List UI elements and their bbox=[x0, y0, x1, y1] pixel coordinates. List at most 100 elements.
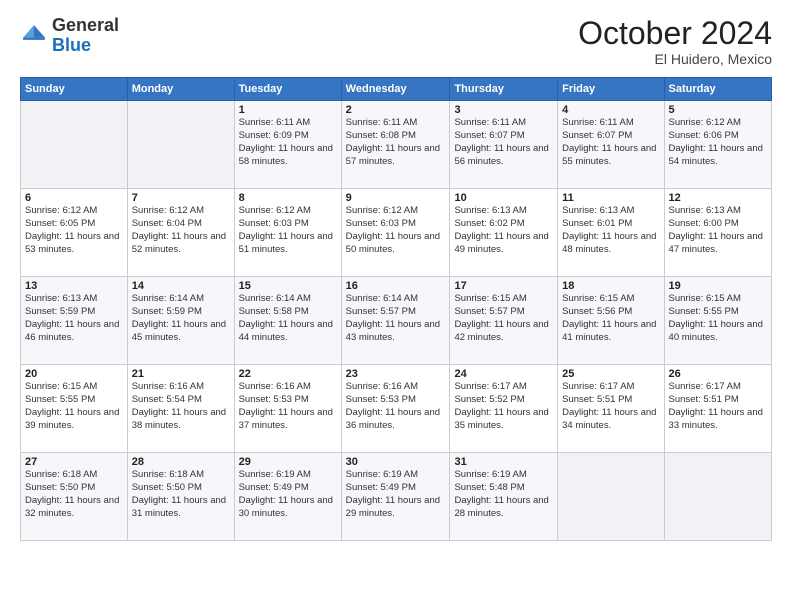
day-number: 23 bbox=[346, 368, 446, 380]
day-info: Sunrise: 6:14 AMSunset: 5:57 PMDaylight:… bbox=[346, 293, 446, 344]
col-header-wednesday: Wednesday bbox=[341, 78, 450, 101]
day-cell: 9Sunrise: 6:12 AMSunset: 6:03 PMDaylight… bbox=[341, 189, 450, 277]
day-info: Sunrise: 6:18 AMSunset: 5:50 PMDaylight:… bbox=[132, 469, 230, 520]
day-cell: 2Sunrise: 6:11 AMSunset: 6:08 PMDaylight… bbox=[341, 101, 450, 189]
day-number: 7 bbox=[132, 192, 230, 204]
day-info: Sunrise: 6:12 AMSunset: 6:05 PMDaylight:… bbox=[25, 205, 123, 256]
day-cell bbox=[21, 101, 128, 189]
header: General Blue October 2024 El Huidero, Me… bbox=[20, 16, 772, 67]
day-number: 4 bbox=[562, 104, 659, 116]
week-row-4: 20Sunrise: 6:15 AMSunset: 5:55 PMDayligh… bbox=[21, 365, 772, 453]
day-cell: 28Sunrise: 6:18 AMSunset: 5:50 PMDayligh… bbox=[127, 453, 234, 541]
day-cell: 29Sunrise: 6:19 AMSunset: 5:49 PMDayligh… bbox=[234, 453, 341, 541]
day-cell bbox=[664, 453, 771, 541]
day-info: Sunrise: 6:12 AMSunset: 6:03 PMDaylight:… bbox=[239, 205, 337, 256]
day-number: 29 bbox=[239, 456, 337, 468]
col-header-monday: Monday bbox=[127, 78, 234, 101]
day-number: 15 bbox=[239, 280, 337, 292]
title-block: October 2024 El Huidero, Mexico bbox=[578, 16, 772, 67]
day-info: Sunrise: 6:15 AMSunset: 5:55 PMDaylight:… bbox=[669, 293, 767, 344]
day-cell: 8Sunrise: 6:12 AMSunset: 6:03 PMDaylight… bbox=[234, 189, 341, 277]
day-number: 2 bbox=[346, 104, 446, 116]
day-cell: 26Sunrise: 6:17 AMSunset: 5:51 PMDayligh… bbox=[664, 365, 771, 453]
day-cell: 30Sunrise: 6:19 AMSunset: 5:49 PMDayligh… bbox=[341, 453, 450, 541]
day-info: Sunrise: 6:13 AMSunset: 6:02 PMDaylight:… bbox=[454, 205, 553, 256]
day-number: 27 bbox=[25, 456, 123, 468]
day-cell: 21Sunrise: 6:16 AMSunset: 5:54 PMDayligh… bbox=[127, 365, 234, 453]
day-number: 1 bbox=[239, 104, 337, 116]
day-info: Sunrise: 6:12 AMSunset: 6:03 PMDaylight:… bbox=[346, 205, 446, 256]
day-info: Sunrise: 6:13 AMSunset: 6:01 PMDaylight:… bbox=[562, 205, 659, 256]
day-cell: 25Sunrise: 6:17 AMSunset: 5:51 PMDayligh… bbox=[558, 365, 664, 453]
day-cell: 17Sunrise: 6:15 AMSunset: 5:57 PMDayligh… bbox=[450, 277, 558, 365]
day-info: Sunrise: 6:15 AMSunset: 5:55 PMDaylight:… bbox=[25, 381, 123, 432]
day-number: 21 bbox=[132, 368, 230, 380]
day-info: Sunrise: 6:13 AMSunset: 6:00 PMDaylight:… bbox=[669, 205, 767, 256]
week-row-3: 13Sunrise: 6:13 AMSunset: 5:59 PMDayligh… bbox=[21, 277, 772, 365]
day-cell: 3Sunrise: 6:11 AMSunset: 6:07 PMDaylight… bbox=[450, 101, 558, 189]
day-number: 28 bbox=[132, 456, 230, 468]
day-cell: 23Sunrise: 6:16 AMSunset: 5:53 PMDayligh… bbox=[341, 365, 450, 453]
day-cell: 22Sunrise: 6:16 AMSunset: 5:53 PMDayligh… bbox=[234, 365, 341, 453]
day-info: Sunrise: 6:13 AMSunset: 5:59 PMDaylight:… bbox=[25, 293, 123, 344]
day-number: 31 bbox=[454, 456, 553, 468]
week-row-5: 27 Sunrise: 6:18 AMSunset: 5:50 PMDayligh… bbox=[21, 453, 772, 541]
day-info: Sunrise: 6:15 AMSunset: 5:57 PMDaylight:… bbox=[454, 293, 553, 344]
location-subtitle: El Huidero, Mexico bbox=[578, 51, 772, 67]
day-number: 12 bbox=[669, 192, 767, 204]
day-cell: 20Sunrise: 6:15 AMSunset: 5:55 PMDayligh… bbox=[21, 365, 128, 453]
day-number: 11 bbox=[562, 192, 659, 204]
day-number: 9 bbox=[346, 192, 446, 204]
day-number: 25 bbox=[562, 368, 659, 380]
day-cell: 31Sunrise: 6:19 AMSunset: 5:48 PMDayligh… bbox=[450, 453, 558, 541]
day-number: 22 bbox=[239, 368, 337, 380]
day-info: Sunrise: 6:19 AMSunset: 5:49 PMDaylight:… bbox=[239, 469, 337, 520]
day-cell: 1Sunrise: 6:11 AMSunset: 6:09 PMDaylight… bbox=[234, 101, 341, 189]
day-cell: 15Sunrise: 6:14 AMSunset: 5:58 PMDayligh… bbox=[234, 277, 341, 365]
logo-general: General bbox=[52, 15, 119, 35]
day-cell: 7Sunrise: 6:12 AMSunset: 6:04 PMDaylight… bbox=[127, 189, 234, 277]
day-cell: 14Sunrise: 6:14 AMSunset: 5:59 PMDayligh… bbox=[127, 277, 234, 365]
day-number: 16 bbox=[346, 280, 446, 292]
day-info: Sunrise: 6:12 AMSunset: 6:04 PMDaylight:… bbox=[132, 205, 230, 256]
day-number: 18 bbox=[562, 280, 659, 292]
day-cell bbox=[558, 453, 664, 541]
day-number: 30 bbox=[346, 456, 446, 468]
day-number: 6 bbox=[25, 192, 123, 204]
day-number: 17 bbox=[454, 280, 553, 292]
logo-blue: Blue bbox=[52, 35, 91, 55]
day-cell: 4Sunrise: 6:11 AMSunset: 6:07 PMDaylight… bbox=[558, 101, 664, 189]
day-info: Sunrise: 6:15 AMSunset: 5:56 PMDaylight:… bbox=[562, 293, 659, 344]
day-cell: 19Sunrise: 6:15 AMSunset: 5:55 PMDayligh… bbox=[664, 277, 771, 365]
day-info: Sunrise: 6:14 AMSunset: 5:58 PMDaylight:… bbox=[239, 293, 337, 344]
day-cell: 12Sunrise: 6:13 AMSunset: 6:00 PMDayligh… bbox=[664, 189, 771, 277]
day-info: Sunrise: 6:19 AMSunset: 5:49 PMDaylight:… bbox=[346, 469, 446, 520]
day-cell: 6Sunrise: 6:12 AMSunset: 6:05 PMDaylight… bbox=[21, 189, 128, 277]
calendar-table: SundayMondayTuesdayWednesdayThursdayFrid… bbox=[20, 77, 772, 541]
logo-icon bbox=[20, 22, 48, 50]
day-info: Sunrise: 6:16 AMSunset: 5:53 PMDaylight:… bbox=[346, 381, 446, 432]
col-header-thursday: Thursday bbox=[450, 78, 558, 101]
day-cell: 24Sunrise: 6:17 AMSunset: 5:52 PMDayligh… bbox=[450, 365, 558, 453]
day-info: Sunrise: 6:17 AMSunset: 5:51 PMDaylight:… bbox=[562, 381, 659, 432]
month-title: October 2024 bbox=[578, 16, 772, 51]
day-number: 5 bbox=[669, 104, 767, 116]
day-cell: 5Sunrise: 6:12 AMSunset: 6:06 PMDaylight… bbox=[664, 101, 771, 189]
day-cell: 10Sunrise: 6:13 AMSunset: 6:02 PMDayligh… bbox=[450, 189, 558, 277]
day-info: Sunrise: 6:11 AMSunset: 6:09 PMDaylight:… bbox=[239, 117, 337, 168]
day-number: 24 bbox=[454, 368, 553, 380]
logo-text: General Blue bbox=[52, 16, 119, 56]
day-cell bbox=[127, 101, 234, 189]
day-info: Sunrise: 6:17 AMSunset: 5:51 PMDaylight:… bbox=[669, 381, 767, 432]
week-row-1: 1Sunrise: 6:11 AMSunset: 6:09 PMDaylight… bbox=[21, 101, 772, 189]
day-cell: 18Sunrise: 6:15 AMSunset: 5:56 PMDayligh… bbox=[558, 277, 664, 365]
day-info: Sunrise: 6:16 AMSunset: 5:53 PMDaylight:… bbox=[239, 381, 337, 432]
day-info: Sunrise: 6:16 AMSunset: 5:54 PMDaylight:… bbox=[132, 381, 230, 432]
day-info: Sunrise: 6:11 AMSunset: 6:08 PMDaylight:… bbox=[346, 117, 446, 168]
day-cell: 27Sunrise: 6:18 AMSunset: 5:50 PMDayligh… bbox=[21, 453, 128, 541]
day-number: 8 bbox=[239, 192, 337, 204]
day-info: Sunrise: 6:11 AMSunset: 6:07 PMDaylight:… bbox=[454, 117, 553, 168]
day-info: Sunrise: 6:11 AMSunset: 6:07 PMDaylight:… bbox=[562, 117, 659, 168]
day-number: 20 bbox=[25, 368, 123, 380]
day-number: 14 bbox=[132, 280, 230, 292]
